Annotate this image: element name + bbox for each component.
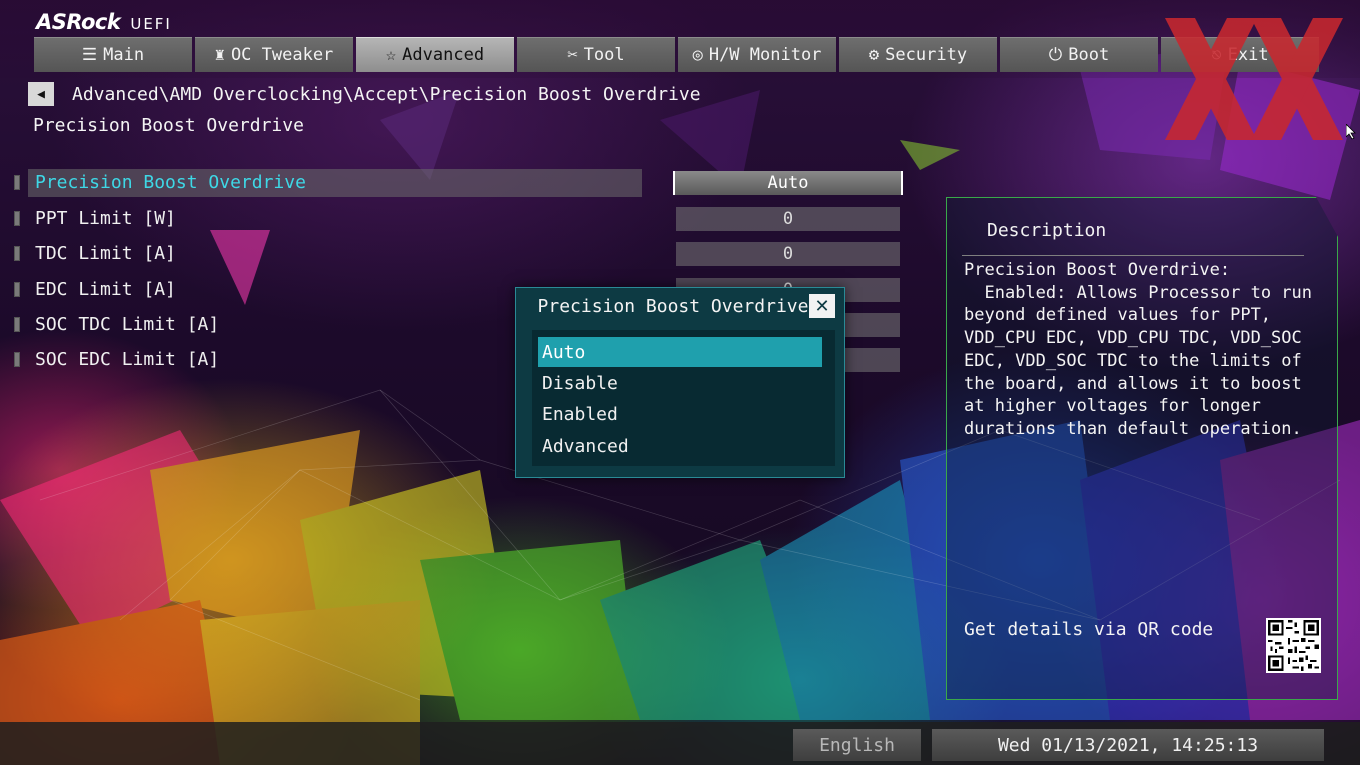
brand-product: UEFI [130,15,172,33]
item-marker-icon [14,246,20,261]
popup-title: Precision Boost Overdrive [537,296,809,317]
setting-tdc-limit[interactable]: TDC Limit [A] 0 [0,240,920,268]
breadcrumb: Advanced\AMD Overclocking\Accept\Precisi… [72,84,701,105]
shield-icon: ⚙ [868,45,880,65]
page-title: Precision Boost Overdrive [33,115,304,136]
option-disable[interactable]: Disable [538,368,822,398]
description-divider [962,255,1304,256]
qr-code-icon[interactable] [1266,618,1321,673]
tab-hw-monitor[interactable]: ◎ H/W Monitor [678,37,836,72]
monitor-icon: ◎ [692,45,703,65]
tab-advanced[interactable]: ☆ Advanced [356,37,514,72]
power-icon: ⏻ [1048,45,1063,65]
xx-watermark-logo [1165,18,1343,140]
date-time-display: Wed 01/13/2021, 14:25:13 [932,729,1324,761]
tab-security[interactable]: ⚙ Security [839,37,997,72]
option-enabled[interactable]: Enabled [538,399,822,429]
close-icon: ✕ [814,295,830,317]
tab-label: OC Tweaker [230,45,334,65]
tools-icon: ✂ [567,45,578,65]
item-marker-icon [14,282,20,297]
setting-label: TDC Limit [A] [35,243,176,264]
item-marker-icon [14,211,20,226]
popup-option-list: Auto Disable Enabled Advanced [532,330,835,466]
setting-value-dropdown[interactable]: Auto [673,171,903,195]
setting-label: EDC Limit [A] [35,279,176,300]
rocket-icon: ♜ [214,45,225,65]
setting-precision-boost-overdrive[interactable]: Precision Boost Overdrive Auto [0,169,920,197]
setting-label: PPT Limit [W] [35,208,176,229]
tab-tool[interactable]: ✂ Tool [517,37,675,72]
tab-label: Advanced [402,45,485,65]
setting-value-field[interactable]: 0 [676,207,900,231]
arrow-left-icon: ◀ [37,86,45,102]
main-tab-bar: ☰ Main ♜ OC Tweaker ☆ Advanced ✂ Tool ◎ … [34,37,1319,72]
tab-label: Tool [583,45,625,65]
tab-label: Main [103,45,145,65]
tab-label: Boot [1068,45,1110,65]
description-text: Precision Boost Overdrive: Enabled: Allo… [964,260,1312,439]
qr-code-label: Get details via QR code [964,619,1214,640]
description-heading: Description [987,220,1107,241]
list-icon: ☰ [81,45,98,65]
option-popup: Precision Boost Overdrive ✕ Auto Disable… [515,287,845,478]
back-button[interactable]: ◀ [28,82,54,106]
tab-label: H/W Monitor [708,45,822,65]
item-marker-icon [14,317,20,332]
asrock-logo: ASRock UEFI [36,10,172,34]
option-advanced[interactable]: Advanced [538,431,822,461]
setting-value-field[interactable]: 0 [676,242,900,266]
tab-main[interactable]: ☰ Main [34,37,192,72]
setting-label: Precision Boost Overdrive [35,172,306,193]
item-marker-icon [14,175,20,190]
brand-name: ASRock [36,10,121,34]
language-button[interactable]: English [793,729,921,761]
setting-label: SOC TDC Limit [A] [35,314,220,335]
setting-ppt-limit[interactable]: PPT Limit [W] 0 [0,205,920,233]
setting-label: SOC EDC Limit [A] [35,349,220,370]
tab-oc-tweaker[interactable]: ♜ OC Tweaker [195,37,353,72]
option-auto[interactable]: Auto [538,337,822,367]
star-icon: ☆ [385,45,397,65]
mouse-cursor-icon [1346,124,1356,140]
tab-label: Security [885,45,968,65]
close-button[interactable]: ✕ [809,294,835,318]
tab-boot[interactable]: ⏻ Boot [1000,37,1158,72]
item-marker-icon [14,352,20,367]
